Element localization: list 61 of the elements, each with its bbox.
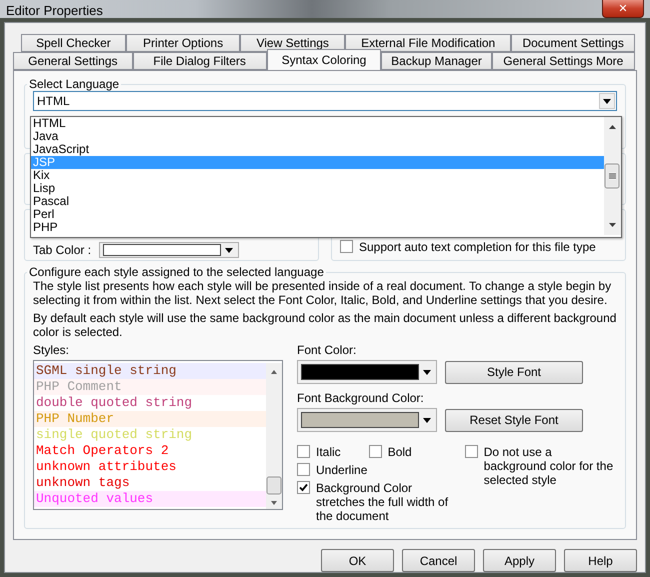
scrollbar-icon[interactable] (266, 363, 282, 509)
checkbox[interactable] (297, 445, 310, 458)
font-background-color-label: Font Background Color: (297, 391, 425, 405)
tab[interactable]: Syntax Coloring (266, 49, 382, 70)
checkbox-label: Underline (316, 463, 368, 477)
checkbox[interactable] (340, 240, 353, 253)
styles-label: Styles: (33, 343, 70, 357)
description-text: By default each style will use the same background color as the main document unless a different background color is selected. (33, 311, 617, 339)
style-item[interactable]: Match Operators 2 (34, 443, 169, 459)
tab[interactable]: Spell Checker (21, 34, 126, 52)
window-title: Editor Properties (6, 2, 103, 18)
group-label: Configure each style assigned to the selected language (28, 265, 325, 279)
caret-icon (225, 248, 234, 252)
tab[interactable]: Backup Manager (381, 52, 492, 70)
checkbox[interactable] (368, 445, 382, 458)
reset-style-font-button[interactable]: Reset Style Font (445, 408, 583, 432)
checkbox-label: Bold (388, 445, 412, 459)
dialog-button[interactable]: Help (564, 549, 637, 572)
tab[interactable]: External File Modification (345, 34, 512, 52)
language-dropdown[interactable]: HTML (33, 91, 617, 111)
language-option[interactable]: Pascal (31, 195, 604, 208)
close-button[interactable]: ✕ (602, 0, 644, 18)
background-color-dropdown[interactable] (297, 408, 437, 432)
tab[interactable]: Printer Options (126, 34, 240, 52)
tab[interactable]: General Settings (13, 52, 133, 70)
scrollbar-icon[interactable] (604, 117, 621, 235)
font-color-label: Font Color: (297, 343, 358, 357)
language-option[interactable]: Perl (31, 208, 604, 221)
checkbox-label: Do not use a background color for the selected style (484, 445, 614, 487)
font-color-dropdown[interactable] (297, 360, 437, 384)
group-label: Select Language (28, 77, 120, 91)
style-item[interactable]: double quoted string (34, 395, 192, 411)
style-font-button[interactable]: Style Font (445, 360, 583, 384)
language-option[interactable]: Kix (31, 169, 604, 182)
caret-icon (423, 370, 431, 374)
caret-icon (603, 98, 611, 104)
style-item[interactable]: unknown attributes (34, 459, 176, 475)
style-item[interactable]: unknown tags (34, 475, 130, 491)
dialog-button[interactable]: OK (321, 549, 394, 572)
language-option[interactable]: JavaScript (31, 143, 604, 156)
caret-icon (423, 418, 431, 422)
language-option[interactable]: HTML (31, 117, 604, 130)
language-option[interactable]: PHP (31, 221, 604, 234)
tab[interactable]: General Settings More (492, 52, 635, 70)
dialog-button[interactable]: Cancel (402, 549, 475, 572)
tab-color-dropdown[interactable] (99, 242, 240, 258)
tab[interactable]: File Dialog Filters (132, 52, 267, 70)
checkbox-label: Support auto text completion for this file type (359, 240, 596, 254)
checkbox[interactable] (297, 463, 310, 476)
dialog-button[interactable]: Apply (483, 549, 556, 572)
language-option[interactable]: Java (31, 130, 604, 143)
description-text: The style list presents how each style will be presented inside of a real document. To change a style begin by selecting it from within the list. Next select the Font Color, Italic, Bold, and Underline settings that you desire. (33, 279, 612, 307)
styles-list[interactable]: SGML single string PHP Comment double quoted string PHP Number single quoted string Match Operators 2 unknown attributes unknown tags Unquoted values (33, 360, 283, 510)
checkbox-label: Italic (316, 445, 341, 459)
tab[interactable]: Document Settings (511, 34, 635, 52)
language-option[interactable]: Lisp (31, 182, 604, 195)
checkbox-label: Background Color stretches the full width of the document (316, 481, 450, 523)
checkbox[interactable] (297, 481, 310, 494)
tab-color-label: Tab Color : (33, 243, 92, 257)
checkbox[interactable] (464, 445, 478, 458)
style-item[interactable]: SGML single string (34, 363, 176, 379)
